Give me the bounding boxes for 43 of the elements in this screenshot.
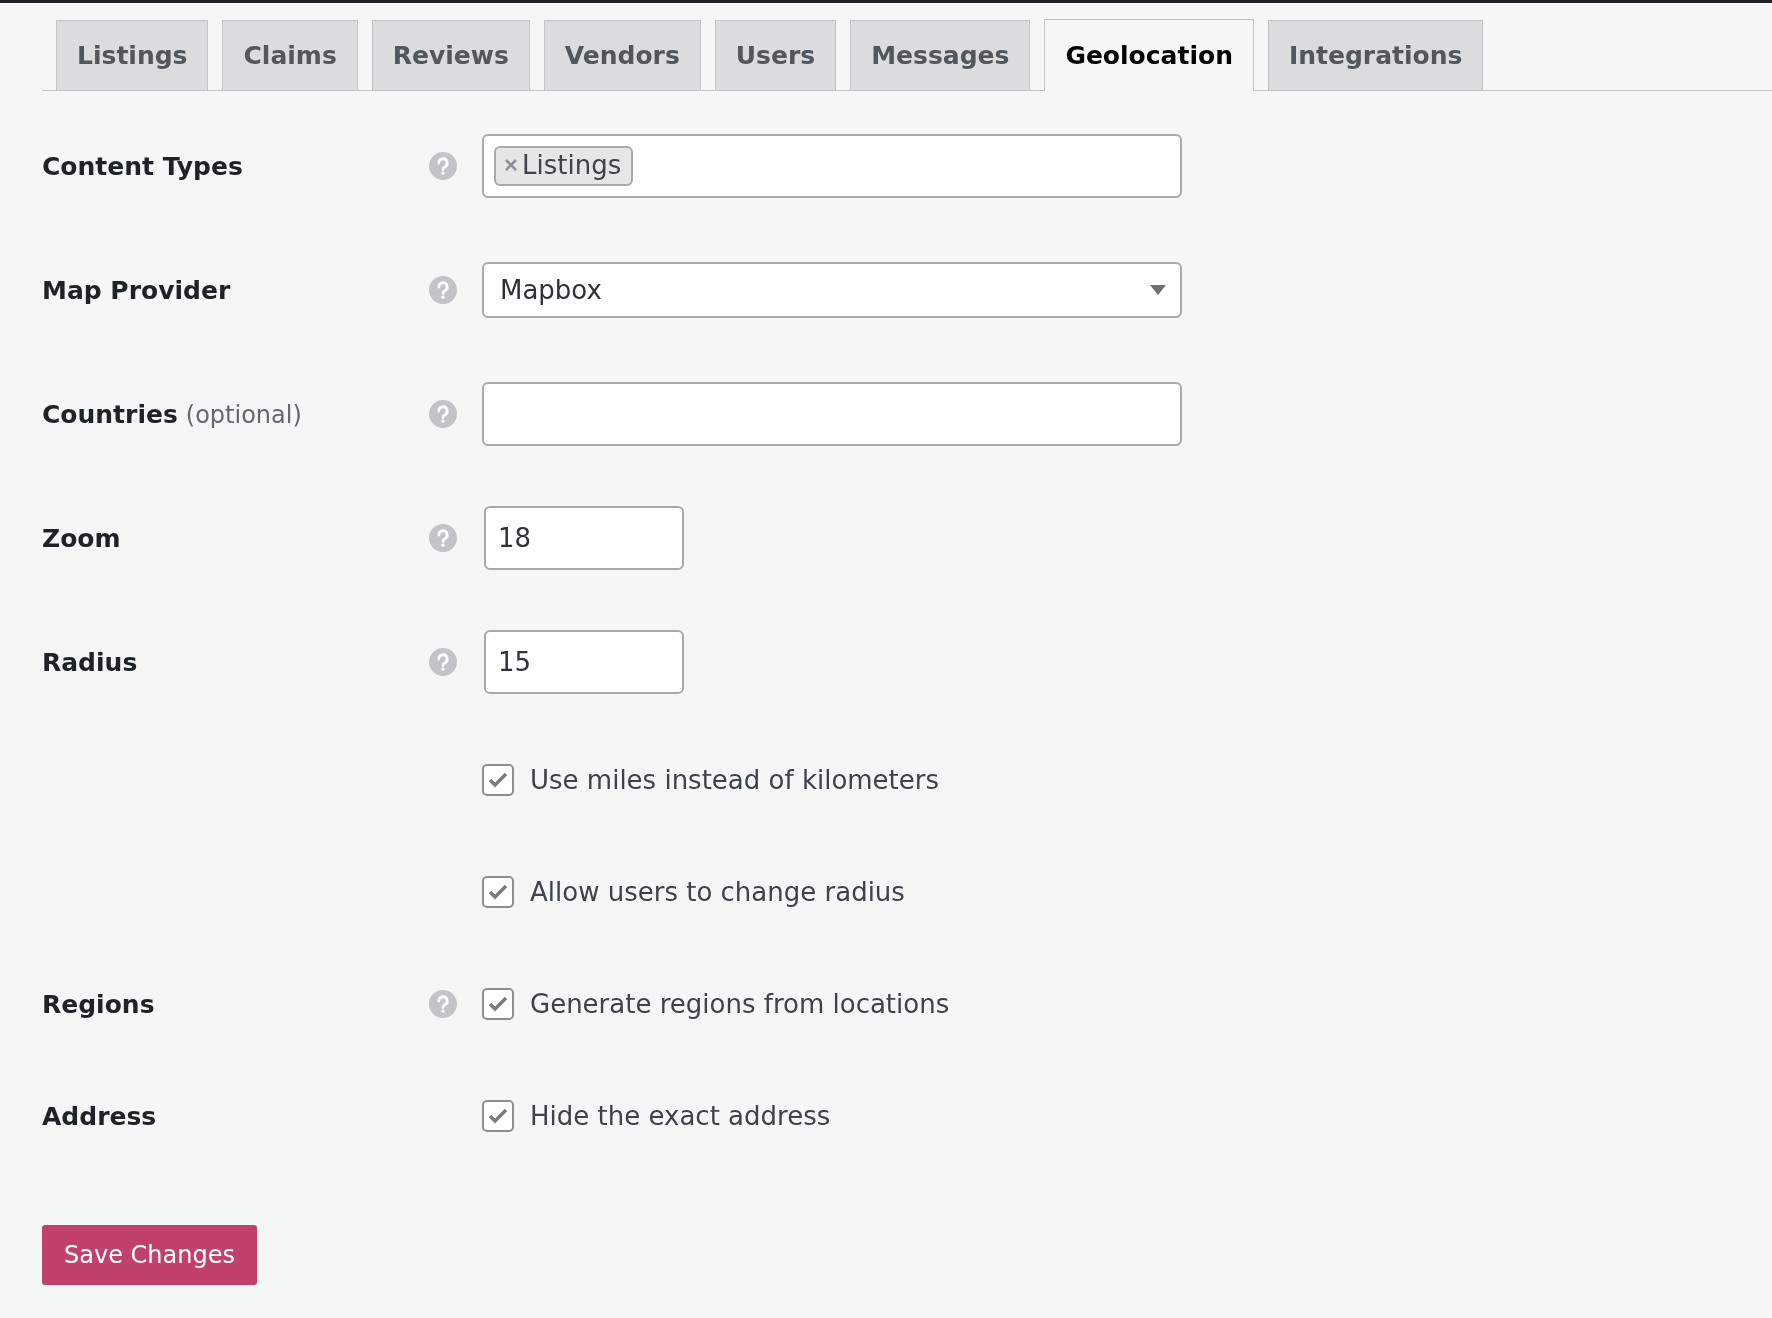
save-button[interactable]: Save Changes [42, 1225, 257, 1285]
tab[interactable]: Messages [850, 20, 1031, 90]
checkbox-label[interactable]: Generate regions from locations [530, 989, 950, 1019]
help-icon[interactable] [429, 990, 457, 1018]
setting-label: Address [42, 1101, 157, 1131]
dropdown-caret-icon [1150, 285, 1166, 295]
setting-label: Countries [42, 399, 178, 429]
tab[interactable]: Integrations [1267, 20, 1484, 90]
tag-chip[interactable]: Listings [494, 146, 634, 186]
checkmark-icon [487, 771, 509, 789]
checkbox-label[interactable]: Use miles instead of kilometers [530, 765, 940, 795]
help-icon[interactable] [429, 400, 457, 428]
checkmark-icon [487, 1107, 509, 1125]
checkbox[interactable] [482, 764, 514, 796]
tab[interactable]: Claims [222, 20, 358, 90]
checkbox-label[interactable]: Hide the exact address [530, 1101, 831, 1131]
setting-label: Radius [42, 647, 138, 677]
checkmark-icon [487, 883, 509, 901]
help-icon[interactable] [429, 648, 457, 676]
checkmark-icon [487, 995, 509, 1013]
tab[interactable]: Users [714, 20, 837, 90]
input-field[interactable]: 15 [484, 630, 684, 694]
help-icon[interactable] [429, 524, 457, 552]
setting-label: Zoom [42, 523, 121, 553]
remove-icon[interactable] [504, 158, 518, 172]
tab[interactable]: Vendors [543, 20, 701, 90]
checkbox[interactable] [482, 988, 514, 1020]
setting-label: Map Provider [42, 275, 231, 305]
tag-text: Listings [522, 150, 622, 180]
optional-note: (optional) [185, 400, 302, 429]
help-icon[interactable] [429, 276, 457, 304]
input-field[interactable]: 18 [484, 506, 684, 570]
checkbox[interactable] [482, 876, 514, 908]
select-field[interactable]: Mapbox [482, 262, 1182, 318]
checkbox-label[interactable]: Allow users to change radius [530, 877, 905, 907]
setting-label: Regions [42, 989, 155, 1019]
tab[interactable]: Reviews [371, 20, 530, 90]
setting-label: Content Types [42, 151, 243, 181]
tag-field[interactable]: Listings [482, 134, 1182, 198]
checkbox[interactable] [482, 1100, 514, 1132]
tab[interactable]: Listings [56, 20, 209, 90]
help-icon[interactable] [429, 152, 457, 180]
tab[interactable]: Geolocation [1044, 19, 1254, 91]
